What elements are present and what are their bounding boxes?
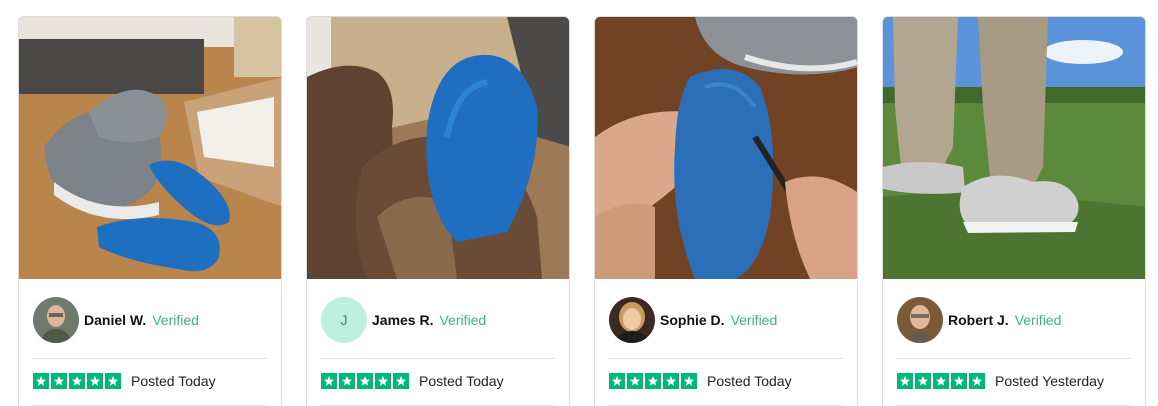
star-icon — [357, 373, 373, 389]
star-icon — [375, 373, 391, 389]
verified-badge: Verified — [439, 312, 487, 328]
star-icon — [933, 373, 949, 389]
review-photo[interactable] — [307, 17, 569, 279]
star-rating — [897, 373, 985, 389]
star-icon — [69, 373, 85, 389]
reviewer-avatar: J — [321, 297, 367, 343]
star-rating — [33, 373, 121, 389]
star-icon — [681, 373, 697, 389]
posted-date: Posted Today — [419, 373, 504, 389]
divider — [33, 358, 267, 359]
review-card[interactable]: J James R. Verified Posted Today — [306, 16, 570, 406]
star-icon — [915, 373, 931, 389]
review-photo[interactable] — [883, 17, 1145, 279]
review-card[interactable]: Sophie D. Verified Posted Today — [594, 16, 858, 406]
star-icon — [33, 373, 49, 389]
star-icon — [609, 373, 625, 389]
star-rating — [321, 373, 409, 389]
rating-row: Posted Today — [609, 373, 792, 389]
reviewer-name: Sophie D. — [660, 312, 725, 328]
review-card[interactable]: Daniel W. Verified Posted Today — [18, 16, 282, 406]
verified-badge: Verified — [152, 312, 199, 328]
star-icon — [645, 373, 661, 389]
reviewer-avatar — [33, 297, 79, 343]
star-icon — [897, 373, 913, 389]
review-photo[interactable] — [595, 17, 857, 279]
reviewer-avatar — [609, 297, 655, 343]
star-icon — [87, 373, 103, 389]
reviewer-name: Robert J. — [948, 312, 1009, 328]
reviewer-avatar — [897, 297, 943, 343]
star-rating — [609, 373, 697, 389]
verified-badge: Verified — [730, 312, 778, 328]
rating-row: Posted Today — [33, 373, 216, 389]
star-icon — [339, 373, 355, 389]
star-icon — [51, 373, 67, 389]
divider — [321, 358, 555, 359]
avatar-initial: J — [340, 312, 348, 328]
verified-badge: Verified — [1014, 312, 1062, 328]
star-icon — [663, 373, 679, 389]
reviewer-name: Daniel W. — [84, 312, 147, 328]
review-photo[interactable] — [19, 17, 281, 279]
star-icon — [951, 373, 967, 389]
posted-date: Posted Today — [131, 373, 216, 389]
rating-row: Posted Yesterday — [897, 373, 1104, 389]
divider — [897, 358, 1131, 359]
star-icon — [321, 373, 337, 389]
posted-date: Posted Today — [707, 373, 792, 389]
review-card[interactable]: Robert J. Verified Posted Yesterday — [882, 16, 1146, 406]
star-icon — [969, 373, 985, 389]
rating-row: Posted Today — [321, 373, 504, 389]
star-icon — [105, 373, 121, 389]
star-icon — [627, 373, 643, 389]
star-icon — [393, 373, 409, 389]
reviewer-name: James R. — [372, 312, 434, 328]
divider — [609, 358, 843, 359]
posted-date: Posted Yesterday — [995, 373, 1104, 389]
